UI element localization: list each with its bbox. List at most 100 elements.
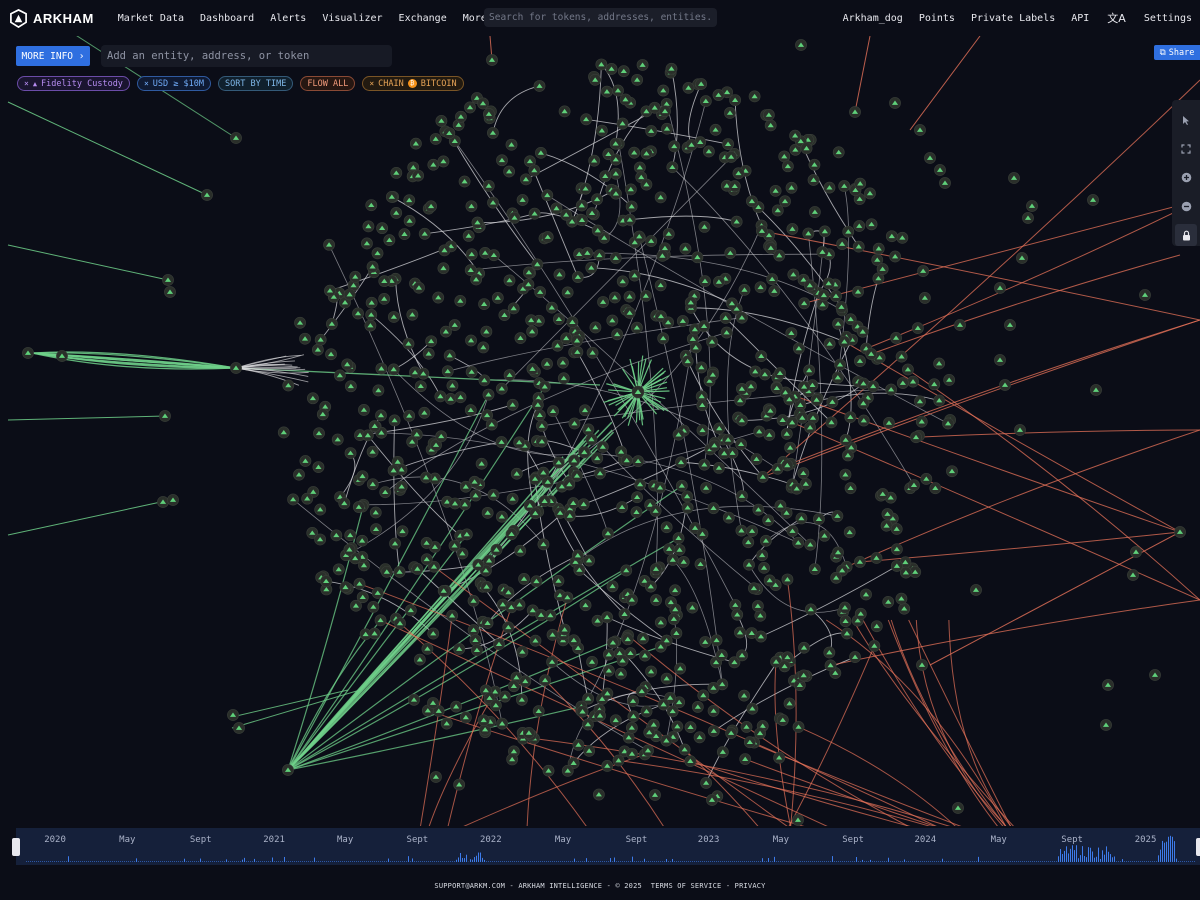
entity-node[interactable] — [635, 685, 648, 698]
entity-node[interactable] — [768, 285, 781, 297]
entity-node[interactable] — [698, 221, 711, 233]
entity-node[interactable] — [506, 492, 519, 505]
entity-node[interactable] — [725, 727, 738, 739]
entity-node[interactable] — [933, 394, 946, 407]
zoom-out-icon[interactable] — [1172, 192, 1200, 221]
entity-node[interactable] — [823, 337, 836, 350]
entity-node[interactable] — [839, 615, 852, 628]
entity-node[interactable] — [362, 220, 375, 233]
entity-node[interactable] — [475, 457, 488, 470]
entity-node[interactable] — [639, 649, 651, 662]
entity-node[interactable] — [735, 524, 748, 537]
entity-node[interactable] — [591, 193, 603, 206]
entity-node[interactable] — [537, 538, 550, 551]
entity-node[interactable] — [952, 802, 964, 814]
fit-icon[interactable] — [1172, 135, 1200, 164]
entity-node[interactable] — [464, 101, 476, 114]
entity-node[interactable] — [325, 318, 338, 330]
entity-node[interactable] — [576, 705, 589, 718]
entity-node[interactable] — [465, 200, 478, 213]
entity-node[interactable] — [662, 228, 675, 240]
entity-node[interactable] — [729, 599, 742, 611]
entity-node[interactable] — [666, 161, 679, 174]
entity-node[interactable] — [732, 167, 745, 180]
entity-node[interactable] — [585, 261, 598, 274]
entity-node[interactable] — [838, 335, 851, 348]
entity-node[interactable] — [467, 624, 480, 636]
entity-node[interactable] — [464, 404, 477, 417]
entity-node[interactable] — [356, 534, 369, 547]
entity-node[interactable] — [365, 308, 378, 321]
entity-node[interactable] — [756, 549, 769, 562]
remove-filter-icon[interactable]: × — [24, 79, 29, 88]
entity-node[interactable] — [427, 158, 440, 171]
entity-node[interactable] — [227, 709, 239, 721]
entity-node[interactable] — [682, 81, 695, 94]
entity-node[interactable] — [427, 627, 440, 640]
entity-node[interactable] — [942, 417, 954, 430]
entity-node[interactable] — [616, 501, 629, 514]
entity-node[interactable] — [825, 416, 838, 429]
entity-node[interactable] — [585, 433, 598, 446]
entity-node[interactable] — [437, 155, 450, 168]
entity-node[interactable] — [915, 415, 928, 428]
entity-node[interactable] — [277, 426, 290, 439]
entity-node[interactable] — [657, 84, 670, 97]
entity-node[interactable] — [628, 146, 641, 159]
entity-node[interactable] — [710, 634, 723, 647]
entity-node[interactable] — [889, 97, 901, 109]
entity-node[interactable] — [696, 424, 709, 437]
entity-node[interactable] — [662, 316, 675, 329]
entity-node[interactable] — [313, 427, 325, 440]
entity-node[interactable] — [503, 165, 516, 178]
remove-filter-icon[interactable]: × — [369, 79, 374, 88]
entity-node[interactable] — [786, 223, 799, 235]
entity-node[interactable] — [749, 365, 762, 378]
entity-node[interactable] — [954, 319, 966, 331]
entity-node[interactable] — [783, 697, 796, 710]
entity-node[interactable] — [506, 398, 519, 411]
entity-node[interactable] — [654, 279, 667, 292]
support-email-link[interactable]: SUPPORT@ARKM.COM — [434, 882, 505, 890]
entity-node[interactable] — [804, 421, 816, 434]
entity-node[interactable] — [674, 662, 687, 675]
entity-node[interactable] — [403, 214, 416, 227]
entity-node[interactable] — [449, 497, 461, 510]
entity-node[interactable] — [159, 410, 171, 422]
entity-node[interactable] — [367, 601, 380, 613]
entity-node[interactable] — [681, 501, 694, 514]
entity-node[interactable] — [414, 380, 427, 393]
entity-node[interactable] — [899, 566, 912, 579]
entity-node[interactable] — [889, 250, 902, 263]
entity-node[interactable] — [597, 296, 609, 308]
entity-node[interactable] — [56, 350, 68, 362]
entity-node[interactable] — [722, 433, 735, 446]
nav-api[interactable]: API — [1063, 13, 1097, 24]
entity-node[interactable] — [599, 170, 612, 182]
entity-node[interactable] — [383, 234, 396, 247]
entity-node[interactable] — [738, 283, 751, 296]
entity-node[interactable] — [885, 230, 898, 243]
entity-node[interactable] — [411, 562, 424, 575]
entity-node[interactable] — [541, 231, 554, 243]
entity-node[interactable] — [1130, 546, 1142, 558]
entity-node[interactable] — [649, 505, 662, 517]
entity-node[interactable] — [853, 220, 866, 232]
entity-node[interactable] — [994, 282, 1006, 294]
entity-node[interactable] — [715, 649, 728, 662]
entity-node[interactable] — [708, 439, 721, 452]
entity-node[interactable] — [616, 654, 629, 667]
entity-node[interactable] — [832, 546, 844, 559]
entity-node[interactable] — [868, 639, 881, 652]
entity-node[interactable] — [577, 498, 590, 511]
entity-node[interactable] — [735, 311, 748, 324]
cursor-icon[interactable] — [1172, 106, 1200, 135]
entity-node[interactable] — [632, 455, 645, 468]
entity-node[interactable] — [437, 262, 450, 275]
entity-node[interactable] — [666, 553, 679, 566]
entity-flow-graph[interactable] — [0, 36, 1200, 826]
timeline-scrubber[interactable]: 2020 May Sept 2021 May Sept 2022 May Sept 2023 May… — [12, 828, 1200, 865]
entity-node[interactable] — [571, 271, 584, 283]
entity-node[interactable] — [666, 705, 679, 718]
entity-node[interactable] — [615, 667, 627, 680]
